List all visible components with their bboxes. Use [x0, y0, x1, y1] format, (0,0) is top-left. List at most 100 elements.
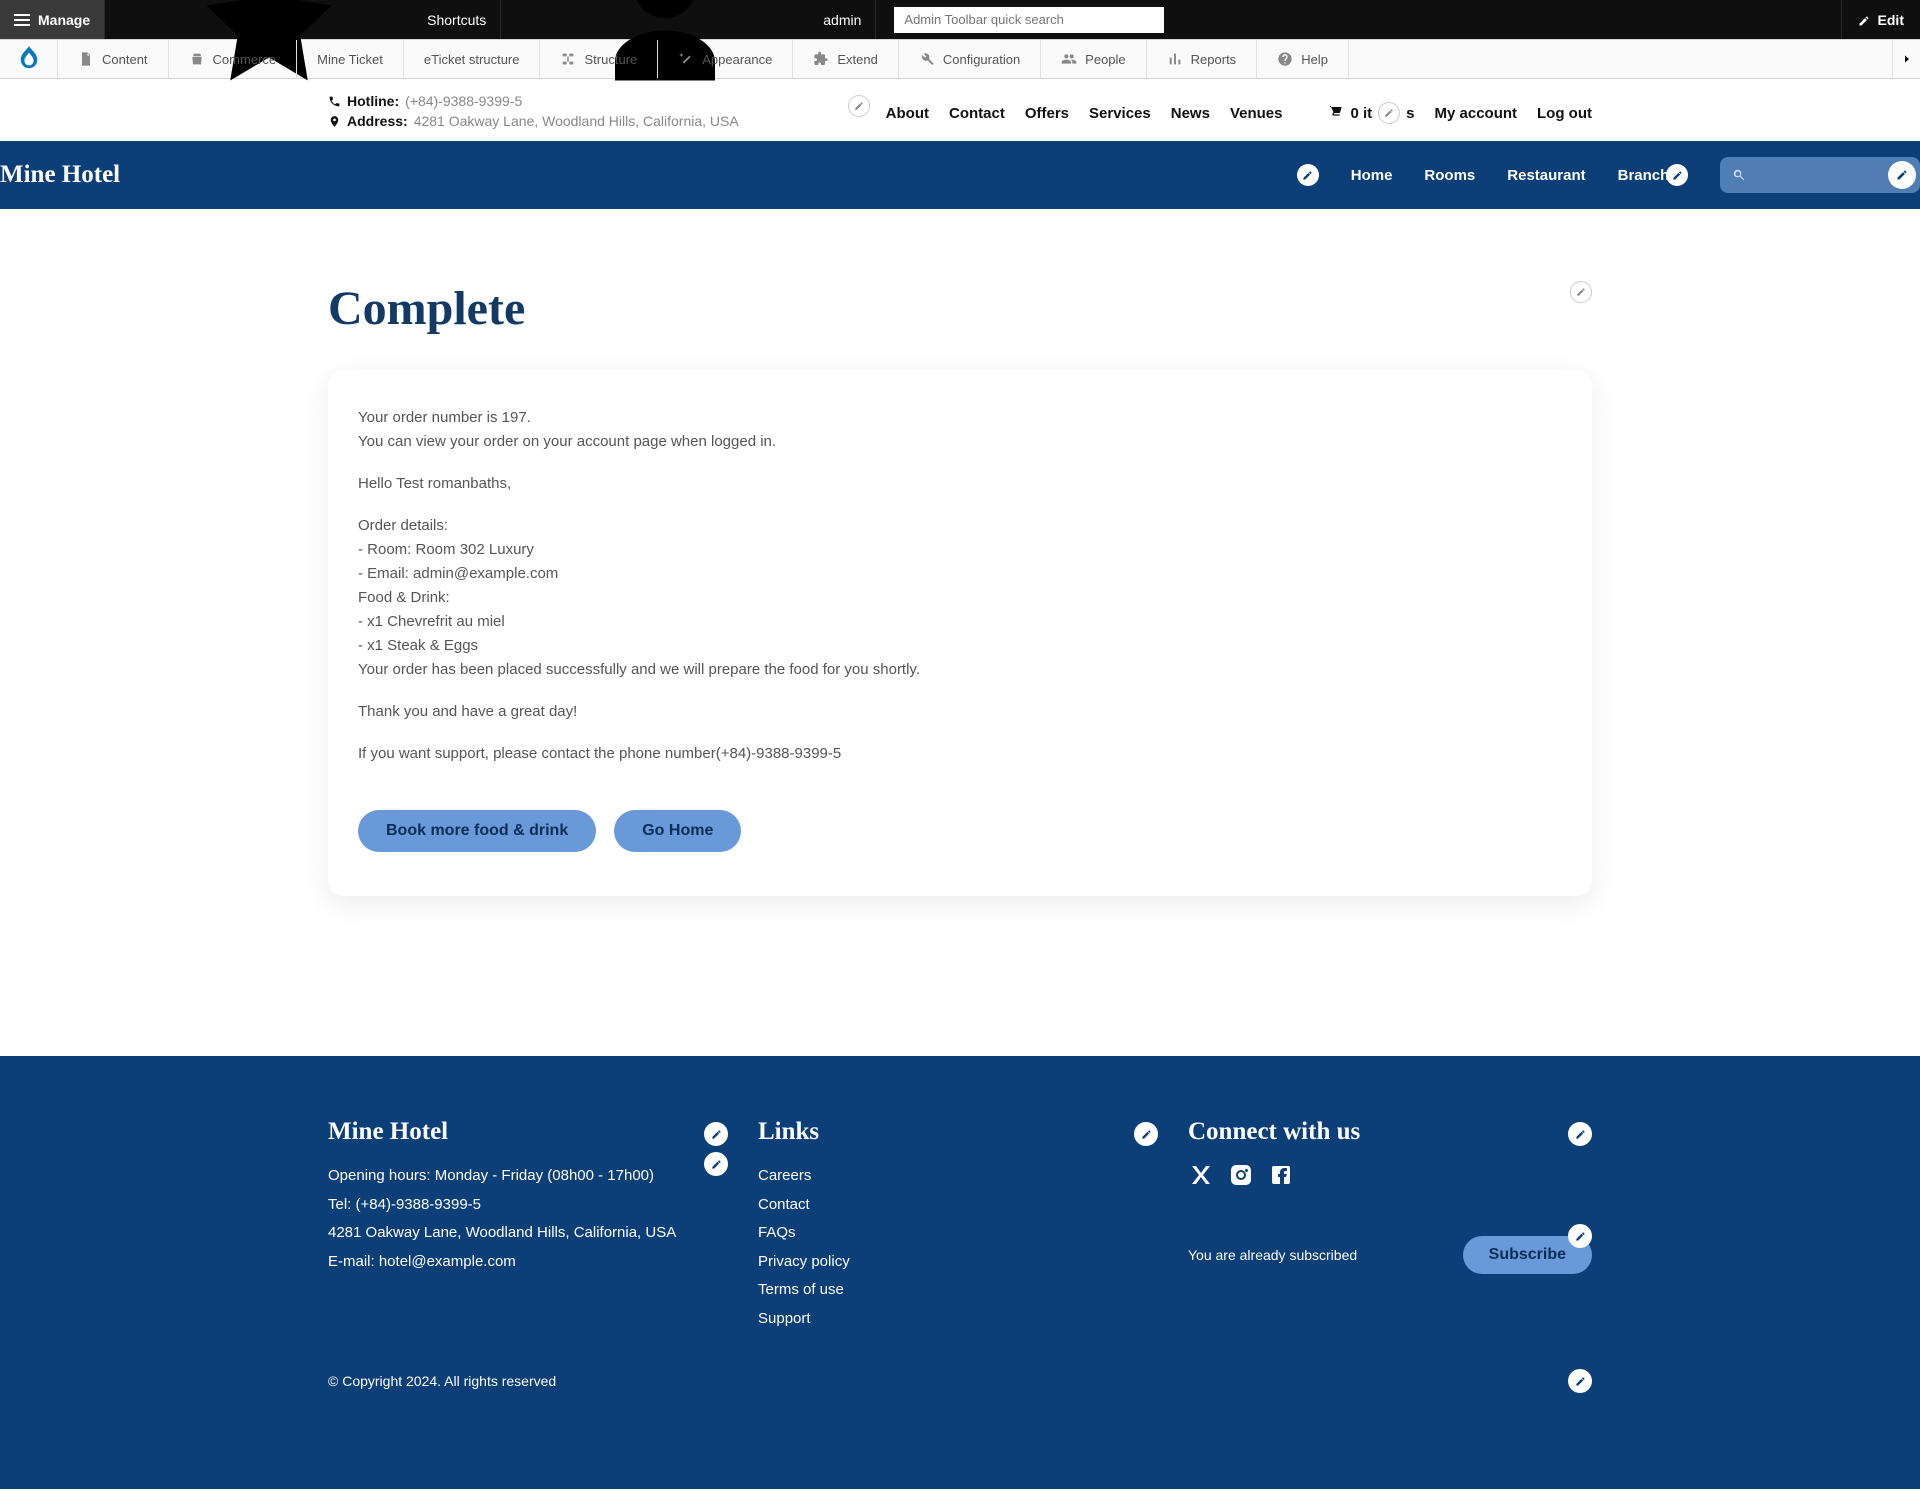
nav-edit-circle[interactable]: [1666, 164, 1688, 186]
shortcuts-label: Shortcuts: [427, 12, 486, 28]
social-x-icon[interactable]: [1188, 1162, 1214, 1188]
manage-label: Manage: [38, 12, 90, 28]
nav-home[interactable]: Home: [1351, 167, 1393, 184]
footer-link-careers[interactable]: Careers: [758, 1162, 1188, 1191]
social-instagram-icon[interactable]: [1228, 1162, 1254, 1188]
admin-quick-search-input[interactable]: [894, 7, 1164, 33]
nav-news[interactable]: News: [1171, 105, 1210, 122]
footer-address: 4281 Oakway Lane, Woodland Hills, Califo…: [328, 1219, 758, 1248]
site-contact-info: Hotline: (+84)-9388-9399-5 Address: 4281…: [328, 93, 739, 133]
footer-link-privacy[interactable]: Privacy policy: [758, 1248, 1188, 1277]
edit-region-button[interactable]: [1568, 1369, 1592, 1393]
phone-icon: [328, 95, 341, 108]
order-view-text: You can view your order on your account …: [358, 430, 1562, 454]
footer-link-contact[interactable]: Contact: [758, 1191, 1188, 1220]
wrench-icon: [919, 51, 935, 67]
main-content: Complete Your order number is 197. You c…: [328, 209, 1592, 1016]
edit-region-button[interactable]: [704, 1122, 728, 1146]
admin-menu-extend[interactable]: Extend: [793, 40, 898, 78]
reports-icon: [1167, 51, 1183, 67]
food-item: - x1 Chevrefrit au miel: [358, 610, 1562, 634]
admin-menu-label: Mine Ticket: [317, 52, 383, 67]
admin-menu-label: Commerce: [213, 52, 277, 67]
toolbar-edit-button[interactable]: Edit: [1841, 0, 1920, 39]
file-icon: [78, 51, 94, 67]
admin-menu-appearance[interactable]: Appearance: [658, 40, 793, 78]
drupal-logo[interactable]: [0, 40, 58, 78]
nav-log-out[interactable]: Log out: [1537, 105, 1592, 122]
admin-menu-content[interactable]: Content: [58, 40, 169, 78]
admin-menu-label: Appearance: [702, 52, 772, 67]
admin-menu-label: Reports: [1191, 52, 1237, 67]
book-more-button[interactable]: Book more food & drink: [358, 810, 596, 852]
order-email: - Email: admin@example.com: [358, 562, 1562, 586]
go-home-button[interactable]: Go Home: [614, 810, 741, 852]
edit-region-button[interactable]: [1378, 102, 1400, 124]
admin-menu-commerce[interactable]: Commerce: [169, 40, 298, 78]
admin-toolbar: Manage Shortcuts admin Edit: [0, 0, 1920, 39]
shop-icon: [189, 51, 205, 67]
people-icon: [1061, 51, 1077, 67]
admin-menu-people[interactable]: People: [1041, 40, 1146, 78]
footer-link-terms[interactable]: Terms of use: [758, 1276, 1188, 1305]
admin-menu-help[interactable]: Help: [1257, 40, 1349, 78]
nav-my-account[interactable]: My account: [1435, 105, 1518, 122]
help-icon: [1277, 51, 1293, 67]
admin-menu: Content Commerce Mine Ticket eTicket str…: [0, 39, 1920, 79]
admin-menu-label: Configuration: [943, 52, 1020, 67]
footer-brand: Mine Hotel: [328, 1118, 758, 1146]
admin-user-button[interactable]: admin: [501, 0, 876, 39]
nav-edit-circle[interactable]: [1297, 164, 1319, 186]
admin-menu-mine-ticket[interactable]: Mine Ticket: [297, 40, 404, 78]
support-text: If you want support, please contact the …: [358, 742, 1562, 766]
page-title: Complete: [328, 281, 1592, 336]
footer-hours: Opening hours: Monday - Friday (08h00 - …: [328, 1162, 758, 1191]
admin-menu-configuration[interactable]: Configuration: [899, 40, 1041, 78]
cart-icon: [1326, 103, 1344, 123]
footer-socials: [1188, 1162, 1592, 1188]
edit-region-button[interactable]: [1568, 1224, 1592, 1248]
site-search-submit[interactable]: [1888, 161, 1916, 189]
toolbar-edit-label: Edit: [1878, 12, 1904, 28]
edit-region-button[interactable]: [1134, 1122, 1158, 1146]
edit-region-button[interactable]: [848, 95, 870, 117]
site-footer: Mine Hotel Opening hours: Monday - Frida…: [0, 1056, 1920, 1489]
thanks-text: Thank you and have a great day!: [358, 700, 1562, 724]
footer-copyright-row: © Copyright 2024. All rights reserved: [328, 1373, 1592, 1389]
puzzle-icon: [813, 51, 829, 67]
hotline-value: (+84)-9388-9399-5: [405, 93, 522, 109]
nav-branches[interactable]: Branches: [1618, 164, 1688, 186]
nav-services[interactable]: Services: [1089, 105, 1151, 122]
nav-about[interactable]: About: [886, 105, 929, 122]
admin-menu-eticket-structure[interactable]: eTicket structure: [404, 40, 541, 78]
site-header: Hotline: (+84)-9388-9399-5 Address: 4281…: [328, 79, 1592, 141]
subscribe-row: You are already subscribed Subscribe: [1188, 1236, 1592, 1274]
shortcuts-button[interactable]: Shortcuts: [105, 0, 501, 39]
nav-restaurant[interactable]: Restaurant: [1507, 167, 1585, 184]
edit-region-button[interactable]: [1568, 1122, 1592, 1146]
edit-region-button[interactable]: [704, 1152, 728, 1176]
footer-link-faqs[interactable]: FAQs: [758, 1219, 1188, 1248]
nav-venues[interactable]: Venues: [1230, 105, 1283, 122]
footer-links-heading: Links: [758, 1118, 1188, 1146]
primary-nav-bar: Mine Hotel Home Rooms Restaurant Branche…: [0, 141, 1920, 209]
nav-offers[interactable]: Offers: [1025, 105, 1069, 122]
appearance-icon: [678, 51, 694, 67]
order-actions: Book more food & drink Go Home: [358, 810, 1562, 852]
manage-button[interactable]: Manage: [0, 0, 105, 39]
site-search: [1720, 157, 1920, 193]
social-facebook-icon[interactable]: [1268, 1162, 1294, 1188]
admin-menu-label: Content: [102, 52, 148, 67]
footer-email: E-mail: hotel@example.com: [328, 1248, 758, 1277]
edit-region-button[interactable]: [1570, 281, 1592, 303]
admin-menu-orientation-toggle[interactable]: [1892, 40, 1920, 78]
footer-col-links: Links Careers Contact FAQs Privacy polic…: [758, 1118, 1188, 1333]
cart-link[interactable]: 0 it s: [1326, 102, 1414, 124]
admin-menu-reports[interactable]: Reports: [1147, 40, 1258, 78]
admin-menu-structure[interactable]: Structure: [540, 40, 658, 78]
nav-contact[interactable]: Contact: [949, 105, 1005, 122]
footer-link-support[interactable]: Support: [758, 1305, 1188, 1334]
site-brand[interactable]: Mine Hotel: [0, 161, 120, 189]
nav-rooms[interactable]: Rooms: [1424, 167, 1475, 184]
site-search-input[interactable]: [1754, 157, 1874, 193]
